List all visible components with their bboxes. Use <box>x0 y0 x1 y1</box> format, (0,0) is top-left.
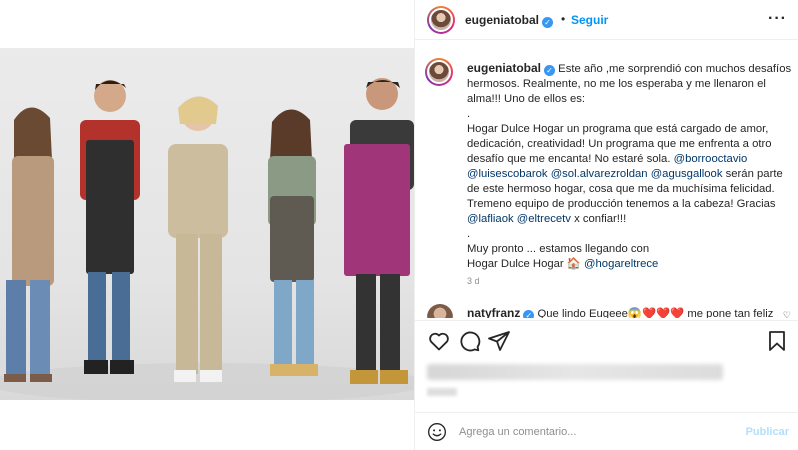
author-username-link[interactable]: eugeniatobal ✓ <box>465 13 554 28</box>
comment-composer: Publicar <box>415 412 798 450</box>
comment-input[interactable] <box>459 423 739 441</box>
commenter-username[interactable]: natyfranz <box>467 306 520 318</box>
action-bar <box>415 320 798 360</box>
publish-button[interactable]: Publicar <box>746 426 789 438</box>
author-avatar[interactable] <box>427 6 455 34</box>
caption-text-4: x confiar!!! <box>570 213 627 225</box>
comments-list[interactable]: eugeniatobal ✓ Este año ,me sorprendió co… <box>415 48 798 318</box>
verified-badge-icon: ✓ <box>544 65 556 76</box>
post-side-panel: eugeniatobal ✓ • Seguir ··· eugeniatobal ✓… <box>414 0 798 450</box>
bookmark-icon[interactable] <box>765 329 789 353</box>
heart-icon[interactable] <box>427 329 451 353</box>
mention-link[interactable]: @sol.alvarezroldan <box>551 168 648 180</box>
person-3 <box>168 96 228 382</box>
post-caption: eugeniatobal ✓ Este año ,me sorprendió co… <box>467 61 793 272</box>
post-photo[interactable] <box>0 48 414 400</box>
cast-group-photo <box>0 78 414 400</box>
caption-author-avatar[interactable] <box>425 58 453 86</box>
mention-link[interactable]: @luisescobarok <box>467 168 548 180</box>
mention-link[interactable]: @borrooctavio <box>674 153 748 165</box>
person-4 <box>268 109 318 376</box>
instagram-post-dialog: eugeniatobal ✓ • Seguir ··· eugeniatobal ✓… <box>0 0 798 450</box>
more-options-icon[interactable]: ··· <box>768 10 787 28</box>
share-icon[interactable] <box>487 329 511 353</box>
separator-dot: • <box>561 12 566 26</box>
verified-badge-icon: ✓ <box>542 17 554 28</box>
follow-button[interactable]: Seguir <box>571 13 608 27</box>
photo-panel <box>0 0 414 450</box>
mention-link[interactable]: @lafliaok <box>467 213 514 225</box>
mention-link[interactable]: @hogareltrece <box>584 258 658 270</box>
caption-closing-1: Muy pronto ... estamos llegando con <box>467 243 650 255</box>
post-date-blurred <box>427 388 457 396</box>
person-5 <box>344 78 414 384</box>
person-2 <box>80 80 140 374</box>
caption-username[interactable]: eugeniatobal <box>467 61 541 75</box>
commenter-avatar[interactable] <box>427 304 453 318</box>
caption-closing-2: Hogar Dulce Hogar 🏠 <box>467 258 585 270</box>
emoji-icon[interactable] <box>427 422 447 442</box>
post-timestamp[interactable]: 3 d <box>467 276 480 286</box>
mention-link[interactable]: @eltrecetv <box>517 213 571 225</box>
comment-like-heart-icon[interactable]: ♡ <box>783 310 791 318</box>
mention-link[interactable]: @agusgallook <box>651 168 723 180</box>
comment-item: natyfranz ✓ Que lindo Eugeee😱❤️❤️❤️ me po… <box>467 306 787 318</box>
verified-badge-icon: ✓ <box>523 310 535 318</box>
author-username[interactable]: eugeniatobal <box>465 13 539 27</box>
caption-dot-2: . <box>467 228 471 240</box>
caption-dot-1: . <box>467 108 471 120</box>
person-1 <box>4 107 54 382</box>
post-header: eugeniatobal ✓ • Seguir ··· <box>415 0 798 40</box>
comment-icon[interactable] <box>457 329 481 353</box>
comment-text: Que lindo Eugeee😱❤️❤️❤️ me pone tan feli… <box>537 308 774 318</box>
likes-summary-blurred[interactable] <box>427 364 723 380</box>
